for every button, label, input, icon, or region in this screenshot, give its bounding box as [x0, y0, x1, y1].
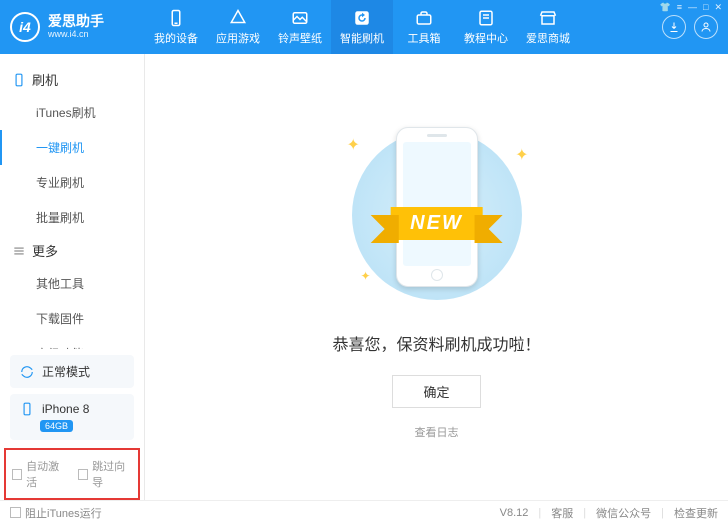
store-icon	[539, 9, 557, 27]
sidebar-item-download-fw[interactable]: 下载固件	[0, 301, 144, 336]
sidebar-item-advanced[interactable]: 高级功能	[0, 336, 144, 349]
separator: |	[538, 507, 541, 519]
sidebar-item-itunes-flash[interactable]: iTunes刷机	[0, 95, 144, 130]
user-icon	[700, 21, 712, 33]
checkbox-icon	[78, 469, 88, 480]
user-button[interactable]	[694, 15, 718, 39]
checkbox-auto-activate[interactable]: 自动激活	[12, 458, 66, 490]
storage-badge: 64GB	[40, 420, 73, 432]
refresh-icon	[20, 365, 34, 379]
options-highlight-box: 自动激活 跳过向导	[4, 448, 140, 500]
checkbox-label: 自动激活	[26, 458, 66, 490]
sidebar-item-pro-flash[interactable]: 专业刷机	[0, 165, 144, 200]
main-content: ✦ ✦ ✦ NEW 恭喜您，保资料刷机成功啦！ 确定 查看日志	[145, 54, 728, 500]
menu-icon[interactable]: ≡	[677, 2, 682, 13]
checkbox-label: 跳过向导	[92, 458, 132, 490]
sidebar: 刷机 iTunes刷机 一键刷机 专业刷机 批量刷机 更多 其他工具 下载固件 …	[0, 54, 145, 500]
window-controls: 👕 ≡ — □ ✕	[660, 2, 722, 13]
logo-icon: i4	[10, 12, 40, 42]
header: i4 爱思助手 www.i4.cn 我的设备 应用游戏 铃声壁纸 智能刷机 工具…	[0, 0, 728, 54]
device-icon	[12, 73, 26, 87]
close-icon[interactable]: ✕	[714, 2, 722, 13]
nav-store[interactable]: 爱思商城	[517, 0, 579, 54]
checkbox-icon	[12, 469, 22, 480]
version-label: V8.12	[500, 507, 529, 519]
sidebar-item-oneclick-flash[interactable]: 一键刷机	[0, 130, 144, 165]
nav-toolbox[interactable]: 工具箱	[393, 0, 455, 54]
download-icon	[668, 21, 680, 33]
toolbox-icon	[415, 9, 433, 27]
nav-label: 智能刷机	[340, 30, 384, 46]
nav-ringtones[interactable]: 铃声壁纸	[269, 0, 331, 54]
support-link[interactable]: 客服	[551, 505, 573, 521]
sparkle-icon: ✦	[515, 145, 528, 165]
nav-label: 铃声壁纸	[278, 30, 322, 46]
download-button[interactable]	[662, 15, 686, 39]
checkbox-icon	[10, 507, 21, 518]
nav-apps[interactable]: 应用游戏	[207, 0, 269, 54]
checkbox-label: 阻止iTunes运行	[25, 505, 102, 521]
nav-tutorials[interactable]: 教程中心	[455, 0, 517, 54]
nav-flash[interactable]: 智能刷机	[331, 0, 393, 54]
section-title: 更多	[32, 241, 58, 260]
device-card[interactable]: iPhone 8 64GB	[10, 394, 134, 440]
device-mode[interactable]: 正常模式	[10, 355, 134, 388]
image-icon	[291, 9, 309, 27]
sidebar-section-more[interactable]: 更多	[0, 235, 144, 266]
new-ribbon: NEW	[390, 207, 483, 240]
update-link[interactable]: 检查更新	[674, 505, 718, 521]
sidebar-item-batch-flash[interactable]: 批量刷机	[0, 200, 144, 235]
app-name: 爱思助手	[48, 14, 104, 29]
sparkle-icon: ✦	[347, 135, 360, 155]
section-title: 刷机	[32, 70, 58, 89]
nav-my-device[interactable]: 我的设备	[145, 0, 207, 54]
nav-label: 工具箱	[408, 30, 441, 46]
app-url: www.i4.cn	[48, 30, 104, 40]
checkbox-skip-guide[interactable]: 跳过向导	[78, 458, 132, 490]
refresh-icon	[353, 9, 371, 27]
minimize-icon[interactable]: —	[688, 2, 697, 13]
separator: |	[583, 507, 586, 519]
sparkle-icon: ✦	[361, 269, 371, 283]
device-name: iPhone 8	[42, 402, 89, 416]
success-illustration: ✦ ✦ ✦ NEW	[327, 115, 547, 315]
nav-label: 我的设备	[154, 30, 198, 46]
footer: 阻止iTunes运行 V8.12 | 客服 | 微信公众号 | 检查更新	[0, 500, 728, 524]
wardrobe-icon[interactable]: 👕	[660, 2, 671, 13]
sidebar-item-other-tools[interactable]: 其他工具	[0, 266, 144, 301]
menu-lines-icon	[12, 244, 26, 258]
phone-small-icon	[20, 402, 34, 416]
maximize-icon[interactable]: □	[703, 2, 708, 13]
view-log-link[interactable]: 查看日志	[415, 424, 459, 440]
phone-icon	[167, 9, 185, 27]
sidebar-section-flash[interactable]: 刷机	[0, 64, 144, 95]
nav-label: 教程中心	[464, 30, 508, 46]
apps-icon	[229, 9, 247, 27]
nav-label: 应用游戏	[216, 30, 260, 46]
logo-block[interactable]: i4 爱思助手 www.i4.cn	[0, 0, 145, 54]
nav-label: 爱思商城	[526, 30, 570, 46]
success-message: 恭喜您，保资料刷机成功啦！	[332, 331, 540, 355]
top-nav: 我的设备 应用游戏 铃声壁纸 智能刷机 工具箱 教程中心 爱思商城	[145, 0, 662, 54]
book-icon	[477, 9, 495, 27]
separator: |	[661, 507, 664, 519]
wechat-link[interactable]: 微信公众号	[596, 505, 651, 521]
mode-label: 正常模式	[42, 363, 90, 380]
ribbon-text: NEW	[390, 207, 483, 240]
ok-button[interactable]: 确定	[392, 375, 480, 408]
checkbox-block-itunes[interactable]: 阻止iTunes运行	[10, 505, 102, 521]
